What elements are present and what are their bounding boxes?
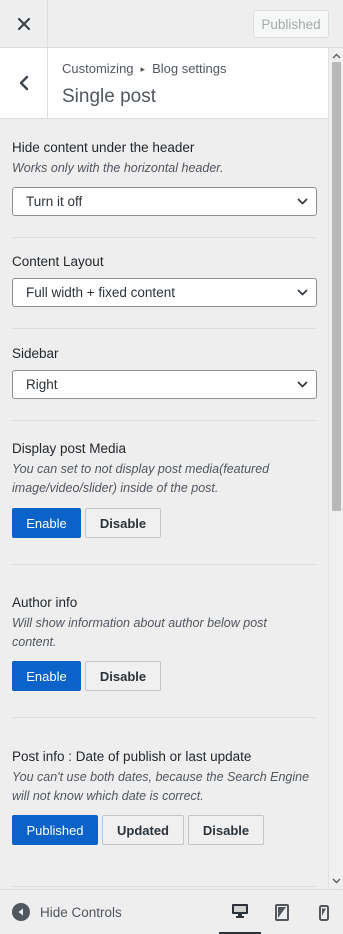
tablet-icon bbox=[275, 904, 289, 921]
divider bbox=[12, 420, 316, 421]
author-info-toggle: Enable Disable bbox=[12, 661, 161, 691]
preview-desktop-button[interactable] bbox=[219, 890, 261, 934]
breadcrumb-separator-icon: ▸ bbox=[140, 64, 146, 74]
content-layout-select[interactable]: Full width + fixed content bbox=[12, 278, 317, 307]
scroll-down-arrow-icon[interactable] bbox=[332, 878, 341, 884]
preview-tablet-button[interactable] bbox=[261, 890, 303, 934]
control-title: Display post Media bbox=[12, 441, 127, 456]
publish-button[interactable]: Published bbox=[253, 10, 329, 38]
breadcrumb: Customizing ▸ Blog settings bbox=[62, 61, 227, 76]
customizer-footer: Hide Controls bbox=[0, 889, 343, 934]
hide-content-select[interactable]: Turn it off bbox=[12, 187, 317, 216]
close-icon bbox=[17, 18, 30, 30]
section-header: Customizing ▸ Blog settings Single post bbox=[0, 48, 328, 119]
select-value: Turn it off bbox=[26, 194, 83, 209]
divider bbox=[12, 237, 316, 238]
control-title: Author info bbox=[12, 595, 78, 610]
control-post-media: Display post Media You can set to not di… bbox=[12, 441, 316, 538]
control-title: Post info : Date of publish or last upda… bbox=[12, 749, 252, 764]
post-media-toggle: Enable Disable bbox=[12, 508, 161, 538]
chevron-down-icon bbox=[297, 198, 308, 205]
divider bbox=[12, 886, 316, 887]
sidebar-select[interactable]: Right bbox=[12, 370, 317, 399]
breadcrumb-root: Customizing bbox=[62, 61, 134, 76]
back-button[interactable] bbox=[0, 48, 48, 118]
customizer-header: Published bbox=[0, 0, 343, 48]
select-value: Right bbox=[26, 377, 58, 392]
post-media-disable-button[interactable]: Disable bbox=[85, 508, 161, 538]
control-description-line: content. bbox=[12, 635, 57, 649]
control-description-line: You can't use both dates, because the Se… bbox=[12, 770, 310, 784]
divider bbox=[12, 564, 316, 565]
close-button[interactable] bbox=[0, 0, 48, 48]
select-value: Full width + fixed content bbox=[26, 285, 175, 300]
collapse-arrow-icon bbox=[12, 903, 30, 921]
control-title: Hide content under the header bbox=[12, 140, 195, 155]
control-description-line: will not know which date is correct. bbox=[12, 789, 204, 803]
post-info-disable-button[interactable]: Disable bbox=[188, 815, 264, 845]
post-info-updated-button[interactable]: Updated bbox=[102, 815, 184, 845]
control-description-line: image/video/slider) inside of the post. bbox=[12, 481, 219, 495]
control-description-line: Will show information about author below… bbox=[12, 616, 267, 630]
divider bbox=[12, 717, 316, 718]
control-post-info: Post info : Date of publish or last upda… bbox=[12, 749, 316, 845]
author-info-disable-button[interactable]: Disable bbox=[85, 661, 161, 691]
chevron-left-icon bbox=[19, 75, 28, 91]
hide-controls-button[interactable]: Hide Controls bbox=[12, 903, 122, 921]
control-sidebar: Sidebar Right bbox=[12, 346, 317, 399]
control-description: Works only with the horizontal header. bbox=[12, 161, 224, 175]
hide-controls-label: Hide Controls bbox=[40, 904, 122, 920]
control-description-line: You can set to not display post media(fe… bbox=[12, 462, 270, 476]
control-hide-content: Hide content under the header Works only… bbox=[12, 140, 317, 216]
post-info-toggle: Published Updated Disable bbox=[12, 815, 264, 845]
chevron-down-icon bbox=[297, 289, 308, 296]
chevron-down-icon bbox=[297, 381, 308, 388]
scrollbar-thumb[interactable] bbox=[332, 62, 341, 511]
scrollbar[interactable] bbox=[328, 48, 343, 889]
post-info-published-button[interactable]: Published bbox=[12, 815, 98, 845]
breadcrumb-parent: Blog settings bbox=[152, 61, 227, 76]
author-info-enable-button[interactable]: Enable bbox=[12, 661, 81, 691]
control-content-layout: Content Layout Full width + fixed conten… bbox=[12, 254, 317, 307]
preview-mobile-button[interactable] bbox=[303, 890, 343, 934]
scroll-up-arrow-icon[interactable] bbox=[332, 53, 341, 59]
control-author-info: Author info Will show information about … bbox=[12, 595, 316, 691]
control-title: Content Layout bbox=[12, 254, 104, 269]
mobile-icon bbox=[319, 904, 329, 921]
desktop-icon bbox=[232, 904, 248, 918]
controls-panel: Hide content under the header Works only… bbox=[0, 120, 328, 889]
section-title: Single post bbox=[62, 86, 157, 107]
control-title: Sidebar bbox=[12, 346, 59, 361]
post-media-enable-button[interactable]: Enable bbox=[12, 508, 81, 538]
divider bbox=[12, 328, 316, 329]
